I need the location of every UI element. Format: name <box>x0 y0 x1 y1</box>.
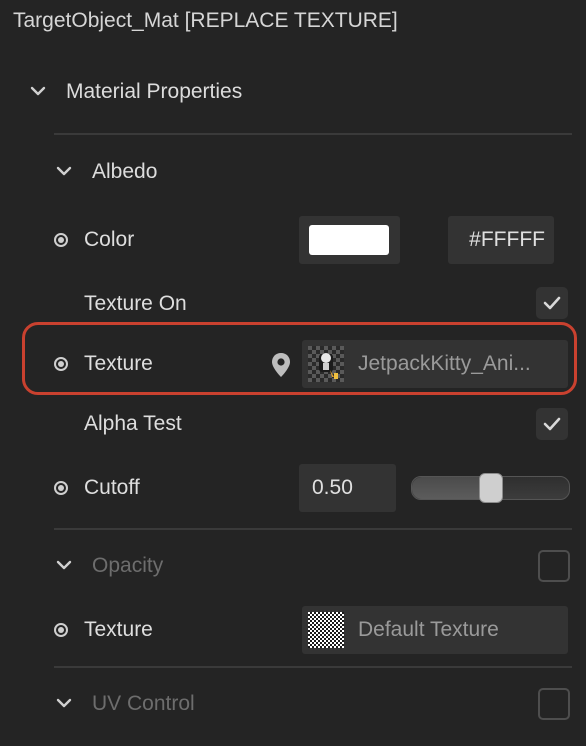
color-label: Color <box>84 228 135 251</box>
chevron-down-icon[interactable] <box>29 82 47 105</box>
alpha-test-label: Alpha Test <box>84 412 182 435</box>
cutoff-label: Cutoff <box>84 476 140 499</box>
uv-control-header[interactable]: UV Control <box>92 692 195 716</box>
color-swatch-field[interactable] <box>299 216 400 264</box>
opacity-header[interactable]: Opacity <box>92 554 163 578</box>
texture-thumbnail <box>308 346 344 382</box>
checkmark-icon <box>543 417 561 431</box>
default-texture-thumbnail <box>308 612 344 648</box>
alpha-test-checkbox[interactable] <box>536 408 568 440</box>
divider <box>54 133 572 135</box>
radio-icon[interactable] <box>54 357 68 371</box>
cutoff-slider-thumb[interactable] <box>478 473 503 503</box>
cutoff-input[interactable]: 0.50 <box>299 464 396 512</box>
opacity-checkbox[interactable] <box>538 550 570 582</box>
color-hex-value: #FFFFF <box>469 228 545 251</box>
texture-asset-field[interactable]: JetpackKitty_Ani... <box>302 340 568 388</box>
albedo-header[interactable]: Albedo <box>92 160 157 184</box>
location-pin-icon[interactable] <box>270 352 292 383</box>
radio-icon[interactable] <box>54 233 68 247</box>
radio-icon[interactable] <box>54 481 68 495</box>
color-swatch[interactable] <box>309 225 389 255</box>
radio-icon[interactable] <box>54 623 68 637</box>
color-hex-field[interactable]: #FFFFF <box>448 216 554 264</box>
texture-asset-name: JetpackKitty_Ani... <box>358 352 531 375</box>
jetpack-kitty-thumbnail-icon <box>319 353 338 379</box>
opacity-texture-label: Texture <box>84 618 153 641</box>
uv-control-checkbox[interactable] <box>538 688 570 720</box>
cutoff-value: 0.50 <box>312 476 353 499</box>
chevron-down-icon[interactable] <box>55 556 73 579</box>
texture-on-label: Texture On <box>84 292 187 315</box>
panel-title: TargetObject_Mat [REPLACE TEXTURE] <box>13 9 398 32</box>
divider <box>54 528 572 530</box>
texture-label: Texture <box>84 352 153 375</box>
opacity-texture-field[interactable]: Default Texture <box>302 606 568 654</box>
opacity-texture-name: Default Texture <box>358 618 499 641</box>
chevron-down-icon[interactable] <box>55 694 73 717</box>
checkmark-icon <box>543 296 561 310</box>
material-properties-header[interactable]: Material Properties <box>66 80 242 104</box>
texture-on-checkbox[interactable] <box>536 287 568 319</box>
divider <box>54 666 572 668</box>
chevron-down-icon[interactable] <box>55 162 73 185</box>
